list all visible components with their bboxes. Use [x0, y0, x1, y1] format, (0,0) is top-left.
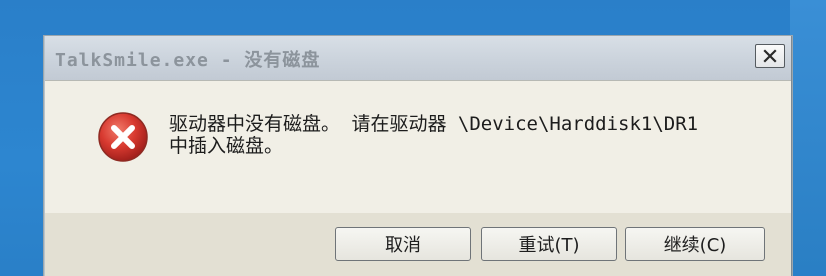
retry-button[interactable]: 重试(T): [481, 227, 617, 261]
message-line-2: 中插入磁盘。: [169, 135, 284, 157]
message-line-1: 驱动器中没有磁盘。 请在驱动器 \Device\Harddisk1\DR1: [169, 113, 699, 135]
dialog-body: 驱动器中没有磁盘。 请在驱动器 \Device\Harddisk1\DR1 中插…: [45, 81, 791, 213]
close-button[interactable]: [755, 44, 785, 68]
error-message: 驱动器中没有磁盘。 请在驱动器 \Device\Harddisk1\DR1 中插…: [169, 113, 698, 157]
dialog-title: TalkSmile.exe - 没有磁盘: [55, 50, 321, 71]
desktop-background: [790, 0, 826, 270]
error-dialog: TalkSmile.exe - 没有磁盘 驱动器中没有磁盘。 请在驱动器 \De…: [44, 36, 792, 276]
error-icon: [97, 111, 149, 163]
button-bar: 取消 重试(T) 继续(C): [45, 213, 791, 276]
continue-button[interactable]: 继续(C): [625, 227, 765, 261]
cancel-button[interactable]: 取消: [335, 227, 471, 261]
close-icon: [763, 49, 777, 63]
dialog-titlebar[interactable]: TalkSmile.exe - 没有磁盘: [45, 36, 791, 81]
